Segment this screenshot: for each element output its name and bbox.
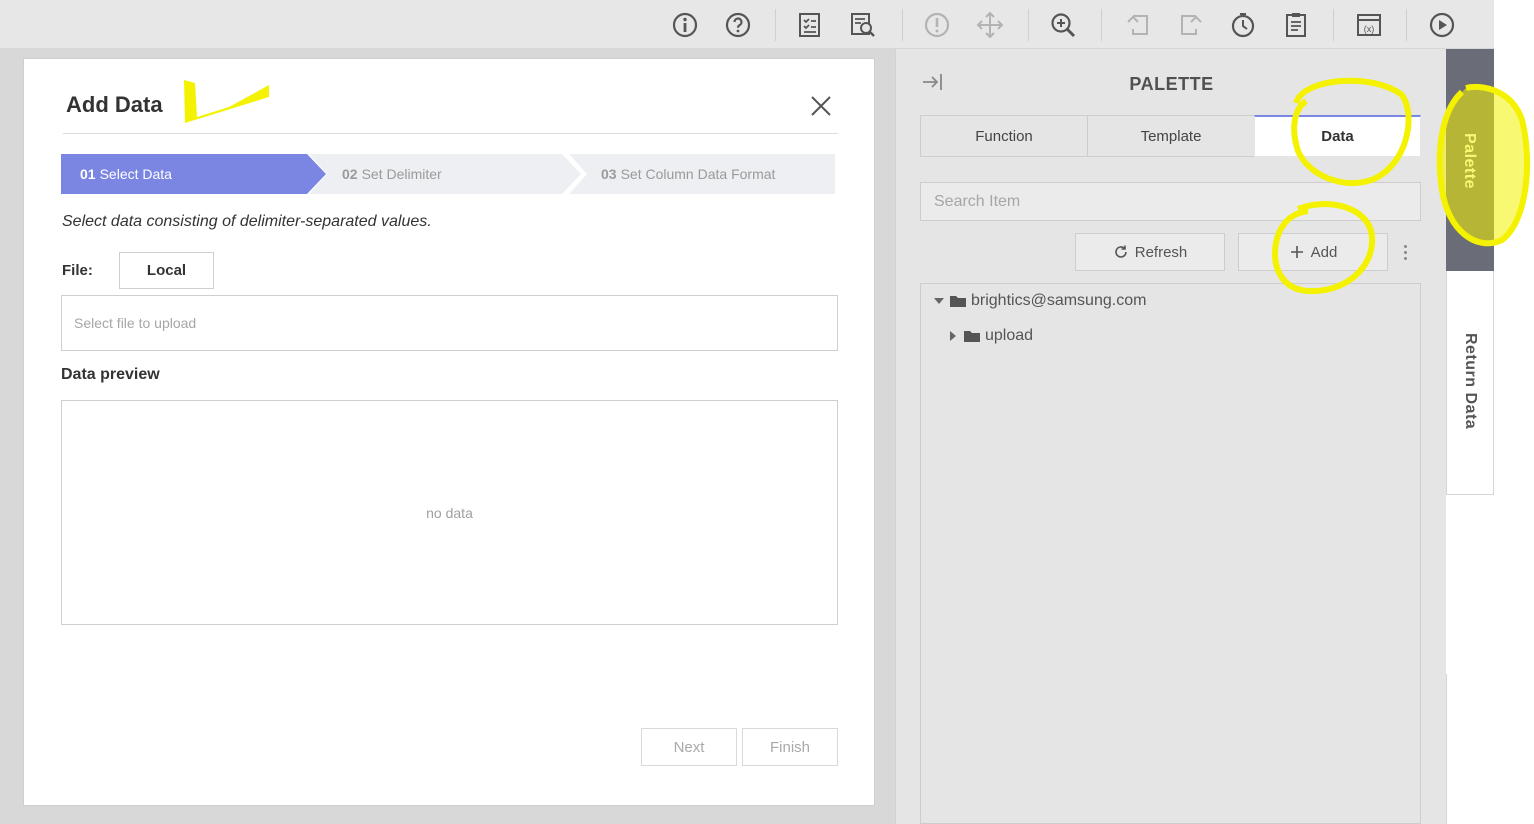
- tree-node-root[interactable]: brightics@samsung.com: [933, 290, 1146, 312]
- data-tree: brightics@samsung.com upload: [920, 283, 1421, 824]
- highlight-annotation: [184, 80, 269, 123]
- step-label: Set Column Data Format: [620, 166, 776, 182]
- folder-icon: [964, 331, 980, 342]
- instruction-text: Select data consisting of delimiter-sepa…: [62, 213, 432, 230]
- refresh-icon: [1114, 245, 1127, 258]
- add-label: Add: [1310, 243, 1338, 261]
- step-label: Set Delimiter: [361, 166, 442, 182]
- app-window: (x) Add Data 01 Select Data 02 Set Delim…: [0, 0, 1534, 824]
- collapsed-caret-icon[interactable]: [947, 330, 959, 342]
- variables-icon[interactable]: (x): [1354, 10, 1384, 40]
- local-button[interactable]: Local: [119, 252, 214, 289]
- tab-function[interactable]: Function: [920, 115, 1088, 157]
- step-label: Select Data: [99, 166, 172, 182]
- step-select-data: 01 Select Data: [61, 154, 326, 194]
- clipboard-icon[interactable]: [1281, 10, 1311, 40]
- info-icon[interactable]: [670, 10, 700, 40]
- file-upload-input[interactable]: [61, 295, 838, 351]
- side-tab-divider: [1446, 674, 1447, 824]
- no-data-text: no data: [426, 504, 473, 521]
- tab-template[interactable]: Template: [1087, 115, 1255, 157]
- validate-icon[interactable]: [922, 10, 952, 40]
- side-tab-label: Palette: [1461, 133, 1478, 189]
- tree-node-upload[interactable]: upload: [947, 325, 1033, 347]
- title-divider: [63, 133, 838, 134]
- next-button[interactable]: Next: [641, 728, 737, 766]
- refresh-label: Refresh: [1134, 243, 1188, 261]
- data-preview-panel: no data: [61, 400, 838, 625]
- tab-data[interactable]: Data: [1254, 115, 1421, 157]
- palette-panel: PALETTE Function Template Data Refresh A…: [895, 49, 1446, 824]
- palette-title: PALETTE: [1129, 74, 1214, 94]
- finish-button[interactable]: Finish: [742, 728, 838, 766]
- side-tab-label: Return Data: [1462, 333, 1479, 430]
- add-button[interactable]: Add: [1238, 233, 1388, 271]
- step-number: 02: [342, 166, 358, 182]
- add-data-dialog: Add Data 01 Select Data 02 Set Delimiter…: [23, 58, 875, 806]
- toolbar: (x): [0, 0, 1494, 49]
- svg-text:(x): (x): [1364, 24, 1375, 34]
- report-search-icon[interactable]: [848, 10, 878, 40]
- folder-icon: [950, 296, 966, 307]
- side-tabs: Palette Return Data: [1446, 49, 1494, 824]
- undo-icon[interactable]: [1123, 10, 1153, 40]
- step-set-delimiter: 02 Set Delimiter: [309, 154, 581, 194]
- tree-node-label: brightics@samsung.com: [971, 292, 1147, 309]
- history-icon[interactable]: [1228, 10, 1258, 40]
- step-number: 03: [601, 166, 617, 182]
- side-tab-return-data[interactable]: Return Data: [1446, 271, 1494, 495]
- refresh-button[interactable]: Refresh: [1075, 233, 1225, 271]
- expanded-caret-icon[interactable]: [933, 295, 945, 307]
- help-icon[interactable]: [723, 10, 753, 40]
- data-preview-label: Data preview: [61, 366, 160, 383]
- more-options-icon[interactable]: [1396, 239, 1414, 265]
- run-icon[interactable]: [1427, 10, 1457, 40]
- move-icon[interactable]: [975, 10, 1005, 40]
- step-set-column-format: 03 Set Column Data Format: [569, 154, 835, 194]
- zoom-icon[interactable]: [1048, 10, 1078, 40]
- step-number: 01: [80, 166, 96, 182]
- side-tab-palette[interactable]: Palette: [1446, 49, 1494, 271]
- search-input[interactable]: [920, 182, 1421, 221]
- dialog-title: Add Data: [66, 92, 163, 117]
- plus-icon: [1290, 246, 1303, 258]
- file-label: File:: [62, 262, 93, 279]
- report-icon[interactable]: [795, 10, 825, 40]
- close-icon[interactable]: [808, 93, 834, 119]
- tree-node-label: upload: [985, 327, 1034, 344]
- redo-icon[interactable]: [1176, 10, 1206, 40]
